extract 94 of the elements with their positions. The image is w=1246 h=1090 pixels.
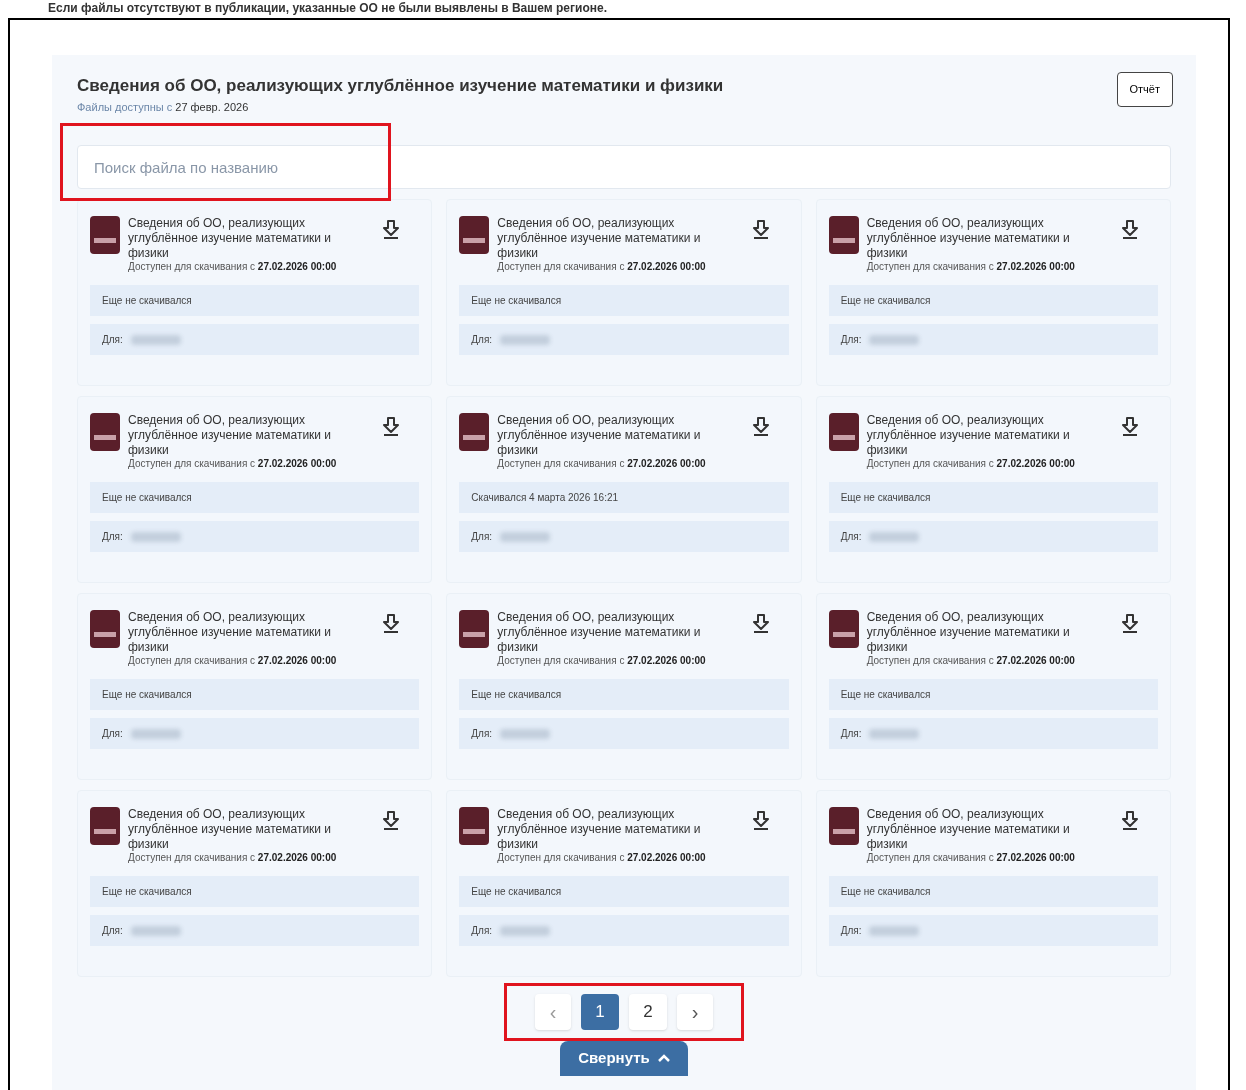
file-title[interactable]: Сведения об ОО, реализующих углублённое изучение математики и физики	[497, 216, 725, 261]
recipient-label: Для:	[102, 924, 123, 938]
availability-text: Доступен для скачивания с 27.02.2026 00:00	[128, 261, 338, 273]
section-subtitle: Файлы доступны с 27 февр. 2026	[77, 99, 250, 115]
download-status: Еще не скачивался	[90, 679, 420, 710]
recipient-label: Для:	[471, 727, 493, 741]
recipient-label: Для:	[471, 333, 493, 347]
download-status: Еще не скачивался	[90, 285, 420, 316]
redacted-value	[130, 334, 181, 345]
download-icon[interactable]	[1122, 614, 1138, 634]
download-status: Еще не скачивался	[459, 285, 789, 316]
redacted-value	[869, 728, 920, 739]
availability-text: Доступен для скачивания с 27.02.2026 00:00	[866, 261, 1076, 273]
spreadsheet-file-icon	[459, 216, 490, 254]
redacted-value	[869, 531, 920, 542]
download-status: Еще не скачивался	[828, 876, 1158, 907]
file-title[interactable]: Сведения об ОО, реализующих углублённое изучение математики и физики	[497, 610, 725, 655]
spreadsheet-file-icon	[459, 610, 490, 648]
availability-text: Доступен для скачивания с 27.02.2026 00:00	[497, 655, 707, 667]
redacted-value	[500, 334, 551, 345]
file-title[interactable]: Сведения об ОО, реализующих углублённое изучение математики и физики	[866, 216, 1094, 261]
recipient-label: Для:	[471, 924, 493, 938]
recipient-label: Для:	[840, 530, 862, 544]
file-title[interactable]: Сведения об ОО, реализующих углублённое изучение математики и физики	[866, 807, 1094, 852]
availability-text: Доступен для скачивания с 27.02.2026 00:00	[128, 655, 338, 667]
download-icon[interactable]	[752, 220, 769, 240]
file-title[interactable]: Сведения об ОО, реализующих углублённое изучение математики и физики	[128, 216, 356, 261]
availability-text: Доступен для скачивания с 27.02.2026 00:00	[497, 852, 707, 864]
file-title[interactable]: Сведения об ОО, реализующих углублённое изучение математики и физики	[866, 610, 1094, 655]
download-icon[interactable]	[383, 614, 400, 634]
redacted-value	[500, 728, 551, 739]
download-icon[interactable]	[1122, 417, 1138, 437]
spreadsheet-file-icon	[828, 610, 859, 648]
download-icon[interactable]	[752, 614, 769, 634]
availability-text: Доступен для скачивания с 27.02.2026 00:00	[866, 852, 1076, 864]
page-button[interactable]: 1	[581, 994, 619, 1030]
download-status: Еще не скачивался	[828, 679, 1158, 710]
recipient-label: Для:	[840, 333, 862, 347]
spreadsheet-file-icon	[90, 413, 120, 451]
availability-text: Доступен для скачивания с 27.02.2026 00:00	[128, 852, 338, 864]
download-icon[interactable]	[383, 811, 400, 831]
download-status: Еще не скачивался	[828, 285, 1158, 316]
section-title: Сведения об ОО, реализующих углублённое изучение математики и физики	[77, 75, 724, 97]
notice-text: Если файлы отсутствуют в публикации, указанные ОО не были выявлены в Вашем регионе.	[47, 0, 608, 15]
availability-text: Доступен для скачивания с 27.02.2026 00:00	[866, 655, 1076, 667]
redacted-value	[869, 334, 920, 345]
availability-text: Доступен для скачивания с 27.02.2026 00:00	[866, 458, 1076, 470]
availability-text: Доступен для скачивания с 27.02.2026 00:00	[497, 261, 707, 273]
spreadsheet-file-icon	[90, 807, 120, 845]
availability-text: Доступен для скачивания с 27.02.2026 00:00	[497, 458, 707, 470]
redacted-value	[130, 728, 181, 739]
redacted-value	[500, 925, 551, 936]
download-status: Еще не скачивался	[459, 679, 789, 710]
file-title[interactable]: Сведения об ОО, реализующих углублённое изучение математики и физики	[128, 807, 356, 852]
next-page-button[interactable]: ›	[677, 994, 713, 1030]
report-button[interactable]: Отчёт	[1116, 72, 1173, 107]
recipient-label: Для:	[102, 333, 123, 347]
download-icon[interactable]	[752, 811, 769, 831]
spreadsheet-file-icon	[90, 216, 120, 254]
chevron-up-icon	[657, 1054, 670, 1063]
page-button[interactable]: 2	[629, 994, 667, 1030]
spreadsheet-file-icon	[828, 413, 859, 451]
file-title[interactable]: Сведения об ОО, реализующих углублённое изучение математики и физики	[128, 413, 356, 458]
download-icon[interactable]	[383, 220, 400, 240]
redacted-value	[130, 925, 181, 936]
file-title[interactable]: Сведения об ОО, реализующих углублённое изучение математики и физики	[497, 413, 725, 458]
file-title[interactable]: Сведения об ОО, реализующих углублённое изучение математики и физики	[128, 610, 356, 655]
download-icon[interactable]	[752, 417, 769, 437]
recipient-label: Для:	[840, 924, 862, 938]
file-title[interactable]: Сведения об ОО, реализующих углублённое изучение математики и физики	[497, 807, 725, 852]
search-field[interactable]: Поиск файла по названию	[77, 145, 1171, 189]
spreadsheet-file-icon	[459, 413, 490, 451]
file-title[interactable]: Сведения об ОО, реализующих углублённое изучение математики и физики	[866, 413, 1094, 458]
recipient-label: Для:	[471, 530, 493, 544]
download-icon[interactable]	[1122, 220, 1138, 240]
download-status: Еще не скачивался	[828, 482, 1158, 513]
redacted-value	[869, 925, 920, 936]
recipient-label: Для:	[102, 530, 123, 544]
spreadsheet-file-icon	[459, 807, 490, 845]
download-status: Еще не скачивался	[90, 482, 420, 513]
recipient-label: Для:	[102, 727, 123, 741]
spreadsheet-file-icon	[828, 216, 859, 254]
collapse-button[interactable]: Свернуть	[560, 1041, 688, 1076]
availability-text: Доступен для скачивания с 27.02.2026 00:00	[128, 458, 338, 470]
download-status: Еще не скачивался	[90, 876, 420, 907]
redacted-value	[130, 531, 181, 542]
download-status: Скачивался 4 марта 2026 16:21	[459, 482, 789, 513]
download-status: Еще не скачивался	[459, 876, 789, 907]
redacted-value	[500, 531, 551, 542]
download-icon[interactable]	[1122, 811, 1138, 831]
spreadsheet-file-icon	[90, 610, 120, 648]
spreadsheet-file-icon	[828, 807, 859, 845]
recipient-label: Для:	[840, 727, 862, 741]
download-icon[interactable]	[383, 417, 400, 437]
